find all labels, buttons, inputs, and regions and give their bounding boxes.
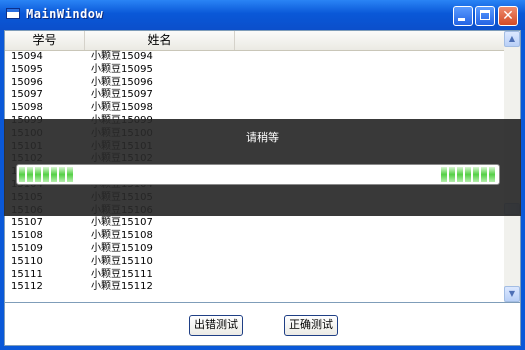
wait-message: 请稍等 bbox=[246, 131, 279, 144]
close-icon: ✕ bbox=[502, 8, 514, 24]
cell-student-id: 15094 bbox=[11, 51, 43, 62]
window-icon[interactable] bbox=[6, 8, 20, 19]
progress-chunks-left bbox=[19, 167, 73, 182]
table-row[interactable]: 15094 小颗豆15094 bbox=[5, 51, 505, 64]
main-window: MainWindow ✕ 学号 姓名 15094 小颗豆15094 15095 小颗豆… bbox=[0, 0, 525, 350]
cell-student-id: 15097 bbox=[11, 89, 43, 101]
scroll-down-button[interactable]: ▼ bbox=[504, 286, 520, 302]
table-header: 学号 姓名 bbox=[5, 31, 505, 51]
cell-student-id: 15112 bbox=[11, 281, 43, 293]
column-header-name[interactable]: 姓名 bbox=[85, 31, 235, 50]
busy-progress-bar bbox=[16, 164, 500, 185]
cell-student-name: 小颗豆15112 bbox=[91, 281, 153, 293]
maximize-icon bbox=[480, 10, 490, 20]
table-row[interactable]: 15107 小颗豆15107 bbox=[5, 217, 505, 230]
cell-student-name: 小颗豆15095 bbox=[91, 63, 153, 75]
cell-student-name: 小颗豆15111 bbox=[91, 268, 153, 280]
table-row[interactable]: 15097 小颗豆15097 bbox=[5, 89, 505, 102]
close-button[interactable]: ✕ bbox=[498, 6, 518, 26]
table-row[interactable]: 15098 小颗豆15098 bbox=[5, 102, 505, 115]
cell-student-name: 小颗豆15109 bbox=[91, 242, 153, 254]
cell-student-id: 15098 bbox=[11, 102, 43, 114]
chevron-up-icon: ▲ bbox=[508, 34, 516, 43]
cell-student-name: 小颗豆15094 bbox=[91, 51, 153, 62]
cell-student-name: 小颗豆15096 bbox=[91, 76, 153, 88]
cell-student-id: 15109 bbox=[11, 242, 43, 254]
cell-student-name: 小颗豆15098 bbox=[91, 102, 153, 114]
cell-student-id: 15110 bbox=[11, 255, 43, 267]
minimize-icon bbox=[458, 18, 465, 21]
cell-student-name: 小颗豆15107 bbox=[91, 217, 153, 229]
error-test-button[interactable]: 出错测试 bbox=[189, 315, 243, 336]
table-row[interactable]: 15112 小颗豆15112 bbox=[5, 281, 505, 294]
button-bar: 出错测试 正确测试 bbox=[4, 303, 521, 346]
cell-student-id: 15096 bbox=[11, 76, 43, 88]
maximize-button[interactable] bbox=[475, 6, 495, 26]
loading-overlay: 请稍等 bbox=[4, 119, 521, 216]
client-area: 学号 姓名 15094 小颗豆15094 15095 小颗豆15095 15096 小颗豆… bbox=[4, 30, 521, 346]
cell-student-id: 15111 bbox=[11, 268, 43, 280]
scroll-up-button[interactable]: ▲ bbox=[504, 31, 520, 47]
cell-student-id: 15108 bbox=[11, 230, 43, 242]
table-row[interactable]: 15096 小颗豆15096 bbox=[5, 77, 505, 90]
table-row[interactable]: 15110 小颗豆15110 bbox=[5, 256, 505, 269]
cell-student-id: 15095 bbox=[11, 63, 43, 75]
table-row[interactable]: 15109 小颗豆15109 bbox=[5, 243, 505, 256]
minimize-button[interactable] bbox=[453, 6, 473, 26]
window-title: MainWindow bbox=[26, 7, 104, 21]
column-header-id[interactable]: 学号 bbox=[5, 31, 85, 50]
cell-student-name: 小颗豆15108 bbox=[91, 230, 153, 242]
ok-test-button[interactable]: 正确测试 bbox=[284, 315, 338, 336]
progress-chunks-right bbox=[441, 167, 495, 182]
table-row[interactable]: 15108 小颗豆15108 bbox=[5, 230, 505, 243]
title-bar[interactable]: MainWindow ✕ bbox=[0, 0, 525, 30]
cell-student-name: 小颗豆15097 bbox=[91, 89, 153, 101]
table-row[interactable]: 15111 小颗豆15111 bbox=[5, 269, 505, 282]
table-row[interactable]: 15095 小颗豆15095 bbox=[5, 64, 505, 77]
chevron-down-icon: ▼ bbox=[508, 289, 516, 298]
cell-student-id: 15107 bbox=[11, 217, 43, 229]
cell-student-name: 小颗豆15110 bbox=[91, 255, 153, 267]
